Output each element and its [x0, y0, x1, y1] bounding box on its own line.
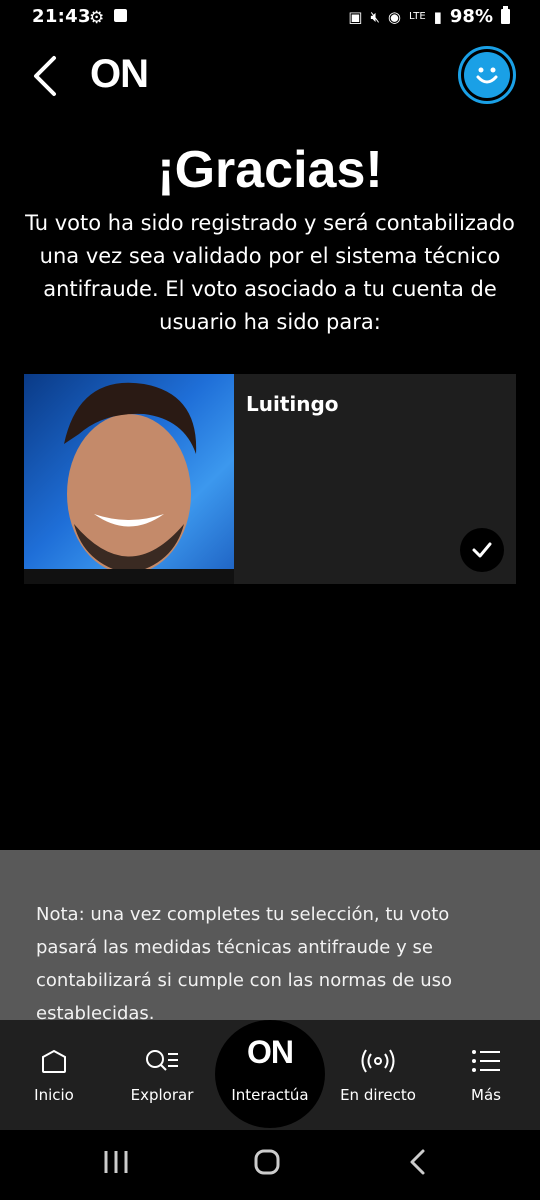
battery-percent: 98% — [449, 6, 493, 27]
confirmation-message: Tu voto ha sido registrado y será contab… — [25, 211, 515, 334]
contestant-photo — [24, 374, 234, 584]
app-header: ON — [0, 44, 540, 108]
tab-explorar[interactable]: Explorar — [112, 1046, 212, 1104]
tab-label: Más — [471, 1086, 501, 1104]
back-button[interactable] — [30, 54, 64, 98]
tab-mas[interactable]: Más — [436, 1046, 536, 1104]
home-circle-icon — [254, 1149, 280, 1175]
network-type-label: LTE — [409, 11, 426, 22]
tab-inicio[interactable]: Inicio — [4, 1046, 104, 1104]
selected-check-icon — [460, 528, 504, 572]
back-chevron-icon — [410, 1149, 425, 1175]
mute-icon: 🔇︎ — [370, 7, 380, 26]
home-icon — [4, 1046, 104, 1076]
home-nav-button[interactable] — [253, 1148, 281, 1180]
recent-apps-button[interactable] — [102, 1148, 130, 1180]
profile-button[interactable] — [458, 46, 516, 104]
broadcast-icon — [328, 1046, 428, 1076]
smiley-avatar-icon — [464, 52, 510, 98]
app-logo: ON — [90, 52, 149, 96]
tab-label: En directo — [340, 1086, 416, 1104]
back-nav-button[interactable] — [406, 1148, 430, 1180]
tab-en-directo[interactable]: En directo — [328, 1046, 428, 1104]
battery-icon — [501, 6, 510, 24]
recent-apps-icon — [104, 1151, 128, 1173]
tab-label: Inicio — [34, 1086, 74, 1104]
status-right-icons: ▣ 🔇︎ ◉ LTE ▮ 98% — [348, 6, 510, 27]
status-bar: 21:43 ⚙ ▣ 🔇︎ ◉ LTE ▮ 98% — [0, 0, 540, 34]
on-logo-icon: ON — [247, 1034, 294, 1070]
note-panel: Nota: una vez completes tu selección, tu… — [0, 850, 540, 1024]
system-nav-bar — [0, 1130, 540, 1200]
status-time: 21:43 — [32, 6, 91, 27]
tab-label: Explorar — [130, 1086, 194, 1104]
notification-icon — [114, 9, 127, 22]
menu-icon — [436, 1046, 536, 1076]
note-text: Nota: una vez completes tu selección, tu… — [36, 904, 452, 1024]
battery-saver-icon: ▣ — [348, 7, 363, 26]
tab-label: Interactúa — [231, 1086, 309, 1104]
contestant-name: Luitingo — [246, 392, 339, 416]
tab-interactua[interactable]: ON Interactúa — [215, 1020, 325, 1128]
hotspot-icon: ◉ — [387, 7, 402, 26]
confirmation-title: ¡Gracias! — [157, 141, 383, 199]
settings-gear-icon: ⚙ — [89, 8, 105, 28]
bottom-tab-bar: Inicio Explorar ON Interactúa En directo… — [0, 1020, 540, 1130]
signal-icon: ▮ — [433, 7, 442, 26]
search-list-icon — [112, 1046, 212, 1076]
chevron-left-icon — [34, 56, 56, 96]
vote-card: Luitingo — [24, 374, 516, 584]
